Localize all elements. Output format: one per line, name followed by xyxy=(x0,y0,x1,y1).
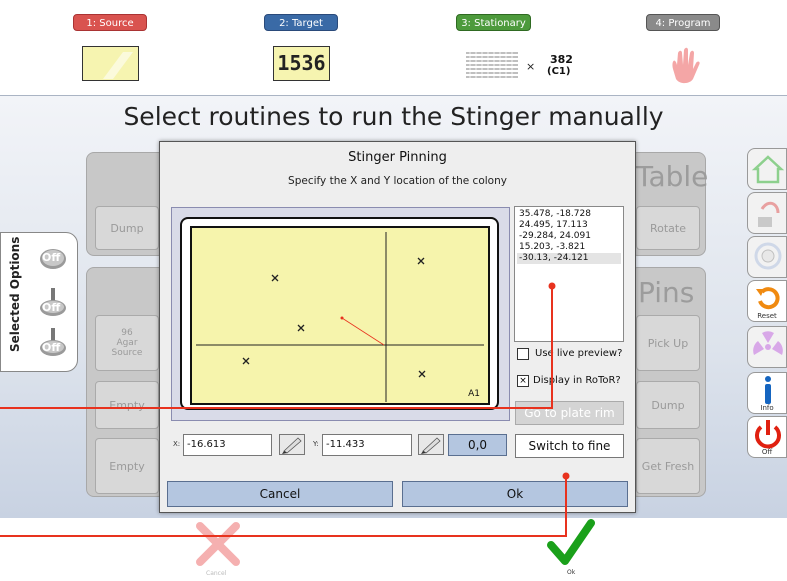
annotation-callout-switch xyxy=(0,476,567,537)
annotation-dot-coords xyxy=(548,282,556,290)
annotation-lines xyxy=(0,282,570,537)
annotation-callout-coords xyxy=(0,286,553,409)
annotation-dot-switch xyxy=(562,472,570,480)
